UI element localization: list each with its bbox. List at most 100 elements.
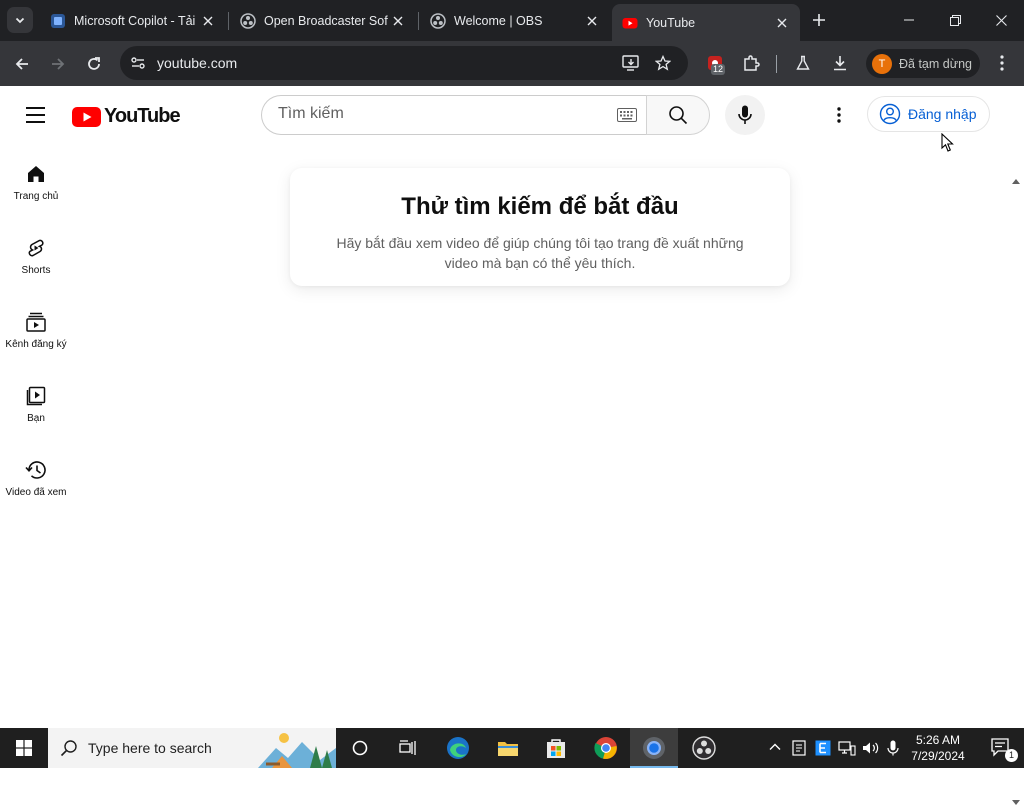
windows-logo-icon — [16, 740, 32, 756]
url-text[interactable]: youtube.com — [157, 55, 237, 71]
empty-feed-message: Thử tìm kiếm để bắt đầu Hãy bắt đầu xem … — [290, 168, 790, 286]
chrome-icon — [594, 737, 617, 759]
site-info-icon[interactable] — [130, 55, 146, 71]
start-button[interactable] — [0, 728, 48, 768]
address-bar[interactable]: youtube.com — [120, 46, 688, 80]
forward-button[interactable] — [44, 50, 72, 78]
close-tab-icon[interactable] — [198, 11, 218, 31]
taskbar-search-placeholder: Type here to search — [88, 740, 212, 756]
hamburger-icon — [26, 107, 45, 109]
search-input[interactable] — [278, 105, 608, 123]
taskbar-app-obs[interactable] — [680, 728, 728, 768]
scroll-up-arrow[interactable] — [1012, 178, 1020, 184]
restore-icon — [949, 14, 961, 26]
sign-in-button[interactable]: Đăng nhập — [867, 96, 990, 132]
voice-search-button[interactable] — [725, 95, 765, 135]
tab-obs-welcome[interactable]: Welcome | OBS — [420, 5, 610, 36]
empty-feed-description: Hãy bắt đầu xem video để giúp chúng tôi … — [336, 235, 744, 271]
minimize-button[interactable] — [886, 0, 932, 40]
scroll-down-arrow[interactable] — [1012, 800, 1020, 806]
search-box — [261, 95, 647, 135]
cortana-button[interactable] — [336, 728, 384, 768]
tray-overflow-chevron-icon[interactable] — [768, 740, 782, 754]
keyboard-icon[interactable] — [617, 108, 637, 122]
install-app-icon[interactable] — [622, 55, 640, 71]
youtube-icon — [622, 17, 638, 28]
guide-item-label: Shorts — [21, 265, 51, 276]
chrome-menu-button[interactable] — [991, 52, 1013, 74]
taskbar-app-edge[interactable] — [434, 728, 482, 768]
folder-icon — [498, 742, 518, 756]
settings-more-button[interactable] — [826, 102, 852, 128]
close-window-button[interactable] — [978, 0, 1024, 40]
obs-icon — [240, 12, 256, 29]
network-icon[interactable] — [838, 740, 856, 756]
guide-item-label: Kênh đăng ký — [5, 339, 67, 350]
close-tab-icon[interactable] — [388, 11, 408, 31]
browser-toolbar: youtube.com 12 T Đã tạm dừng — [0, 41, 1024, 86]
reload-icon — [88, 57, 100, 70]
reload-button[interactable] — [80, 50, 108, 78]
windows-taskbar: Type here to search 5:26 AM 7/29/2024 1 — [0, 728, 1024, 768]
guide-item-label: Bạn — [27, 413, 45, 424]
plus-icon — [813, 14, 825, 26]
taskbar-app-chrome[interactable] — [582, 728, 630, 768]
search-button[interactable] — [646, 95, 710, 135]
youtube-logo[interactable]: YouTube — [72, 105, 181, 128]
more-vert-icon — [1000, 55, 1004, 71]
download-icon — [834, 56, 846, 71]
system-clock[interactable]: 5:26 AM 7/29/2024 — [898, 732, 978, 764]
youtube-page: YouTube Đăng nhập Trang chủ Shorts Kênh … — [0, 86, 1024, 805]
new-tab-button[interactable] — [808, 9, 830, 31]
guide-item-home[interactable]: Trang chủ — [0, 164, 72, 202]
tab-youtube[interactable]: YouTube — [612, 4, 800, 41]
task-view-button[interactable] — [384, 728, 432, 768]
tab-search-button[interactable] — [7, 7, 33, 33]
tab-strip: Microsoft Copilot - Tải Open Broadcaster… — [0, 0, 1024, 41]
shorts-icon — [28, 239, 44, 257]
labs-button[interactable] — [792, 52, 814, 74]
account-circle-icon — [879, 103, 901, 125]
taskbar-app-store[interactable] — [532, 728, 580, 768]
tab-divider — [418, 12, 419, 30]
guide-item-shorts[interactable]: Shorts — [0, 238, 72, 276]
youtube-wordmark: YouTube — [104, 105, 181, 127]
extensions-button[interactable] — [740, 52, 762, 74]
action-center-button[interactable]: 1 — [980, 728, 1024, 768]
task-view-icon — [399, 740, 416, 755]
profile-button[interactable]: T Đã tạm dừng — [866, 49, 980, 78]
guide-item-subscriptions[interactable]: Kênh đăng ký — [0, 312, 72, 350]
restore-button[interactable] — [932, 0, 978, 40]
tab-title: Open Broadcaster Softw — [264, 13, 388, 28]
clock-time: 5:26 AM — [915, 733, 961, 747]
volume-icon[interactable] — [862, 740, 880, 756]
close-icon — [995, 14, 1007, 26]
guide-item-you[interactable]: Bạn — [0, 386, 72, 424]
taskbar-app-chrome-profile[interactable] — [630, 728, 678, 768]
extension-badge: 12 — [711, 64, 726, 75]
tab-obs[interactable]: Open Broadcaster Softw — [230, 5, 416, 36]
profile-status-label: Đã tạm dừng — [899, 56, 972, 71]
back-button[interactable] — [8, 50, 36, 78]
avatar: T — [872, 53, 892, 74]
microphone-icon — [738, 105, 752, 124]
bookmark-star-icon[interactable] — [655, 55, 671, 71]
close-tab-icon[interactable] — [582, 11, 602, 31]
flask-icon — [796, 55, 810, 70]
tray-notes-icon[interactable] — [792, 740, 806, 756]
tab-copilot[interactable]: Microsoft Copilot - Tải — [40, 5, 226, 36]
minimize-icon — [904, 19, 914, 21]
search-icon — [60, 740, 77, 757]
cortana-icon — [352, 740, 368, 756]
mouse-cursor-icon — [941, 133, 954, 152]
guide-item-history[interactable]: Video đã xem — [0, 460, 72, 498]
taskbar-app-file-explorer[interactable] — [484, 728, 532, 768]
tray-language-icon[interactable] — [815, 740, 831, 756]
history-icon — [25, 461, 46, 479]
obs-icon — [430, 12, 446, 29]
taskbar-search-box[interactable]: Type here to search — [48, 728, 336, 768]
close-tab-icon[interactable] — [772, 13, 792, 33]
guide-menu-button[interactable] — [22, 102, 50, 128]
tab-divider — [228, 12, 229, 30]
downloads-button[interactable] — [829, 52, 851, 74]
